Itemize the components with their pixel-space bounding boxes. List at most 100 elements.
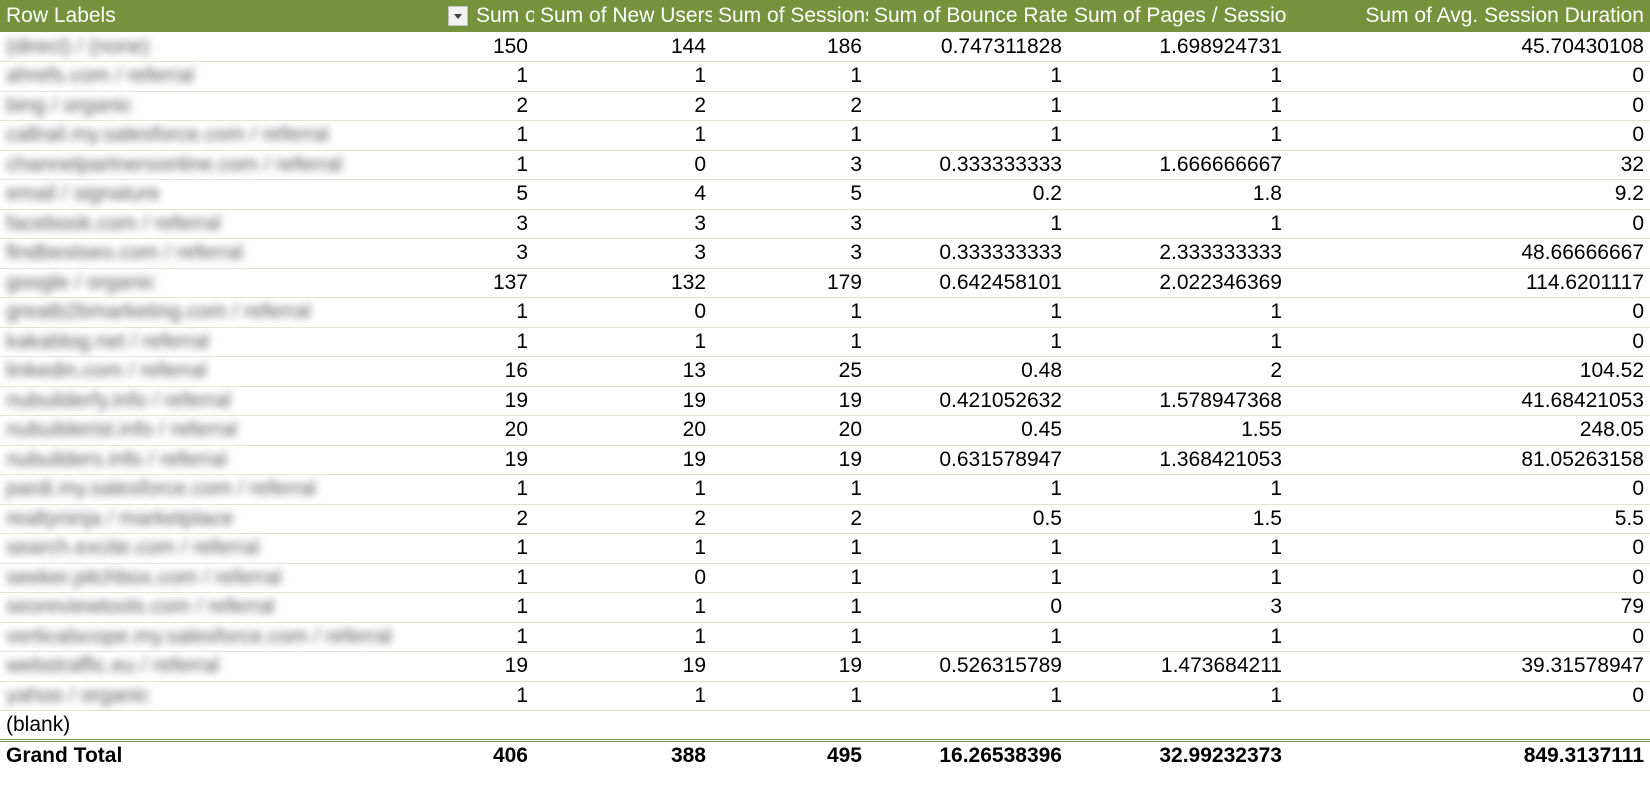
cell-new-users[interactable]: 3 [534,238,712,269]
row-label-cell[interactable]: channelpartnersonline.com / referral [0,150,470,180]
table-row[interactable]: seoreviewtools.com / referral 1 1 1 0 3 79 [0,592,1650,623]
row-label-cell[interactable]: nubuilderist.info / referral [0,415,470,446]
cell[interactable] [1068,711,1288,741]
cell-sessions[interactable]: 19 [712,445,868,475]
cell-sessions[interactable]: 1 [712,563,868,593]
cell-avg-session-duration[interactable]: 0 [1288,681,1650,711]
cell-bounce-rate[interactable]: 0.5 [868,504,1068,534]
cell-pages-per-session[interactable]: 1 [1068,474,1288,505]
cell-pages-per-session[interactable]: 2.333333333 [1068,238,1288,269]
cell-pages-per-session[interactable]: 3 [1068,592,1288,623]
cell-new-users[interactable]: 1 [534,622,712,652]
cell-users[interactable]: 1 [470,563,534,593]
cell-pages-per-session[interactable]: 1 [1068,622,1288,652]
cell-sessions[interactable]: 25 [712,356,868,387]
row-label-cell[interactable]: (direct) / (none) [0,32,470,62]
cell-bounce-rate[interactable]: 0.48 [868,356,1068,387]
cell-avg-session-duration[interactable]: 0 [1288,533,1650,564]
row-label-cell[interactable]: search.excite.com / referral [0,533,470,564]
cell-users[interactable]: 137 [470,268,534,298]
table-row[interactable]: nubuilderist.info / referral 20 20 20 0.45 1.… [0,415,1650,446]
cell-new-users[interactable]: 132 [534,268,712,298]
cell-sessions[interactable]: 1 [712,681,868,711]
cell-sessions[interactable]: 19 [712,386,868,416]
cell-bounce-rate[interactable]: 0.631578947 [868,445,1068,475]
cell-users[interactable]: 1 [470,533,534,564]
cell-new-users[interactable]: 13 [534,356,712,387]
table-row[interactable]: ahrefs.com / referral 1 1 1 1 1 0 [0,61,1650,92]
cell-avg-session-duration[interactable]: 9.2 [1288,179,1650,210]
table-row[interactable]: (direct) / (none) 150 144 186 0.747311828 1.6… [0,32,1650,62]
cell-bounce-rate[interactable]: 0.333333333 [868,150,1068,180]
cell-sessions[interactable]: 1 [712,622,868,652]
cell-new-users[interactable]: 0 [534,563,712,593]
cell-avg-session-duration[interactable]: 79 [1288,592,1650,623]
cell-bounce-rate[interactable]: 0.747311828 [868,32,1068,62]
cell-pages-per-session[interactable]: 1.8 [1068,179,1288,210]
cell-bounce-rate[interactable]: 1 [868,681,1068,711]
grand-total-bounce-rate[interactable]: 16.26538396 [868,738,1068,770]
grand-total-sessions[interactable]: 495 [712,738,868,770]
row-label-cell[interactable]: facebook.com / referral [0,209,470,239]
cell-pages-per-session[interactable]: 1.368421053 [1068,445,1288,475]
cell-bounce-rate[interactable]: 0.45 [868,415,1068,446]
cell-users[interactable]: 1 [470,474,534,505]
cell-users[interactable]: 1 [470,327,534,357]
cell[interactable] [470,711,534,741]
row-label-cell[interactable]: verticalscope.my.salesforce.com / referr… [0,622,470,652]
cell-sessions[interactable]: 3 [712,238,868,269]
table-row[interactable]: channelpartnersonline.com / referral 1 0 3 0… [0,150,1650,180]
cell-sessions[interactable]: 2 [712,91,868,121]
row-label-cell[interactable]: findbestseo.com / referral [0,238,470,269]
cell-pages-per-session[interactable]: 1 [1068,681,1288,711]
cell-users[interactable]: 150 [470,32,534,62]
cell-avg-session-duration[interactable]: 248.05 [1288,415,1650,446]
row-label-cell[interactable]: pardi.my.salesforce.com / referral [0,474,470,505]
cell-users[interactable]: 19 [470,386,534,416]
cell-avg-session-duration[interactable]: 0 [1288,120,1650,151]
cell-pages-per-session[interactable]: 2.022346369 [1068,268,1288,298]
column-header-users[interactable]: Sum of Users [470,0,603,32]
row-label-cell[interactable]: bing / organic [0,91,470,121]
cell-avg-session-duration[interactable]: 0 [1288,474,1650,505]
table-row[interactable]: email / signature 5 4 5 0.2 1.8 9.2 [0,179,1650,210]
cell-sessions[interactable]: 1 [712,533,868,564]
cell[interactable] [1288,711,1650,741]
cell-bounce-rate[interactable]: 1 [868,61,1068,92]
cell-avg-session-duration[interactable]: 81.05263158 [1288,445,1650,475]
cell-pages-per-session[interactable]: 1 [1068,91,1288,121]
row-label-cell[interactable]: callrail.my.salesforce.com / referral [0,120,470,151]
cell-users[interactable]: 1 [470,681,534,711]
cell-avg-session-duration[interactable]: 41.68421053 [1288,386,1650,416]
table-row[interactable]: search.excite.com / referral 1 1 1 1 1 0 [0,533,1650,564]
cell-users[interactable]: 1 [470,622,534,652]
column-header-sessions[interactable]: Sum of Sessions [712,0,876,32]
table-row[interactable]: linkedin.com / referral 16 13 25 0.48 2 104.52 [0,356,1650,387]
table-row[interactable]: realtyninja / marketplace 2 2 2 0.5 1.5 5.5 [0,504,1650,534]
blank-row[interactable]: (blank) [0,710,1650,741]
table-row[interactable]: pardi.my.salesforce.com / referral 1 1 1 1 1 0 [0,474,1650,505]
cell-bounce-rate[interactable]: 1 [868,120,1068,151]
cell-bounce-rate[interactable]: 1 [868,474,1068,505]
cell-new-users[interactable]: 1 [534,533,712,564]
table-row[interactable]: webstraffic.eu / referral 19 19 19 0.5263157… [0,651,1650,682]
cell[interactable] [868,711,1068,741]
cell-users[interactable]: 19 [470,445,534,475]
cell-new-users[interactable]: 0 [534,297,712,328]
row-label-cell[interactable]: yahoo / organic [0,681,470,711]
column-header-avg-session-duration[interactable]: Sum of Avg. Session Duration [1288,0,1650,32]
table-row[interactable]: greatb2bmarketing.com / referral 1 0 1 1 1 0 [0,297,1650,328]
cell-bounce-rate[interactable]: 0.333333333 [868,238,1068,269]
row-label-cell[interactable]: kakablog.net / referral [0,327,470,357]
row-label-cell[interactable]: seoreviewtools.com / referral [0,592,470,623]
table-row[interactable]: kakablog.net / referral 1 1 1 1 1 0 [0,327,1650,357]
cell-bounce-rate[interactable]: 1 [868,297,1068,328]
cell-bounce-rate[interactable]: 1 [868,327,1068,357]
row-label-cell[interactable]: ahrefs.com / referral [0,61,470,92]
table-row[interactable]: google / organic 137 132 179 0.642458101 2.02… [0,268,1650,298]
cell-avg-session-duration[interactable]: 0 [1288,209,1650,239]
cell-bounce-rate[interactable]: 0.526315789 [868,651,1068,682]
cell-pages-per-session[interactable]: 1 [1068,209,1288,239]
cell-avg-session-duration[interactable]: 0 [1288,91,1650,121]
cell-sessions[interactable]: 3 [712,150,868,180]
